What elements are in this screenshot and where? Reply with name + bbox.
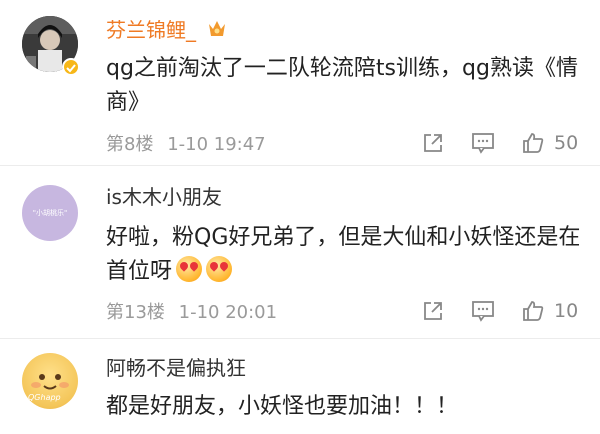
- avatar[interactable]: QGhapp: [22, 353, 78, 409]
- username-text[interactable]: 芬兰锦鲤_: [106, 18, 196, 42]
- username[interactable]: is木木小朋友: [106, 185, 222, 209]
- avatar[interactable]: "小胡桃乐": [22, 185, 78, 241]
- like-count: 50: [554, 132, 579, 154]
- comment-actions: 50: [396, 129, 590, 157]
- username[interactable]: 阿畅不是偏执狂: [106, 356, 246, 380]
- comment-text: qg之前淘汰了一二队轮流陪ts训练，qg熟读《情商》: [106, 56, 578, 115]
- like-icon[interactable]: [520, 298, 546, 324]
- like-icon[interactable]: [520, 130, 546, 156]
- comment-item: "小胡桃乐" is木木小朋友 好啦，粉QG好兄弟了，但是大仙和小妖怪还是在首位呀…: [0, 166, 600, 338]
- like-count: 10: [554, 300, 579, 322]
- heart-eyes-emoji-icon: [206, 256, 233, 282]
- avatar-text: "小胡桃乐": [32, 209, 68, 217]
- comment-item: 芬兰锦鲤_ qg之前淘汰了一二队轮流陪ts训练，qg熟读《情商》 第8楼 1-1…: [0, 0, 600, 165]
- reply-icon[interactable]: [470, 298, 496, 324]
- comment-text: 都是好朋友，小妖怪也要加油！！！: [106, 394, 459, 419]
- comment-meta: 第8楼 1-10 19:47: [106, 134, 266, 156]
- comment-text: 好啦，粉QG好兄弟了，但是大仙和小妖怪还是在首位呀: [106, 221, 586, 289]
- comment-meta: 第13楼 1-10 20:01: [106, 302, 277, 324]
- timestamp: 1-10 19:47: [167, 134, 266, 155]
- avatar-text: QGhapp: [28, 393, 61, 402]
- floor-label: 第8楼: [106, 134, 154, 155]
- reply-icon[interactable]: [470, 130, 496, 156]
- share-icon[interactable]: [420, 130, 446, 156]
- heart-eyes-emoji-icon: [176, 256, 203, 282]
- vip-crown-icon: [206, 18, 228, 45]
- share-icon[interactable]: [420, 298, 446, 324]
- comment-actions: 10: [396, 297, 590, 325]
- comment-item: QGhapp 阿畅不是偏执狂 都是好朋友，小妖怪也要加油！！！: [0, 339, 600, 434]
- username-text[interactable]: 阿畅不是偏执狂: [106, 356, 246, 380]
- timestamp: 1-10 20:01: [178, 302, 278, 323]
- username[interactable]: 芬兰锦鲤_: [106, 18, 228, 45]
- floor-label: 第13楼: [106, 302, 165, 323]
- verified-badge-icon: [62, 58, 80, 76]
- username-text[interactable]: is木木小朋友: [106, 185, 222, 209]
